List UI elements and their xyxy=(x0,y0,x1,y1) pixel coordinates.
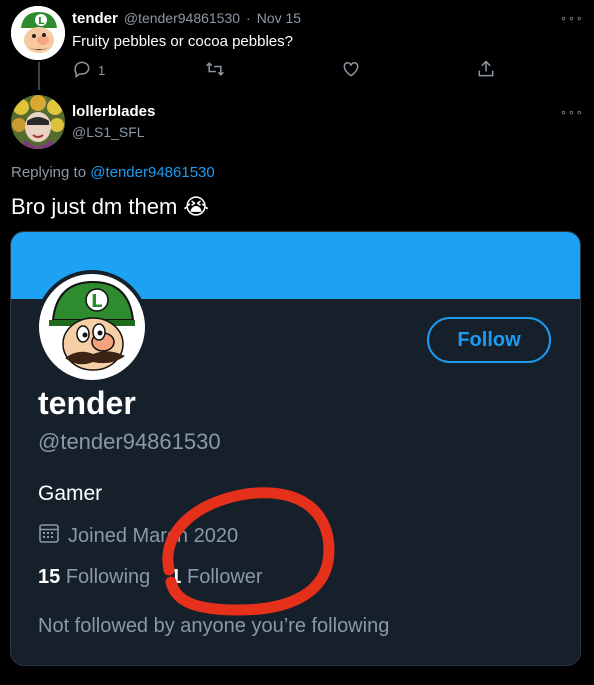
crying-emoji: 😭 xyxy=(183,194,209,219)
profile-handle: @tender94861530 xyxy=(38,429,221,454)
date-separator: · xyxy=(246,10,251,26)
reply-author-name[interactable]: lollerblades xyxy=(72,103,155,120)
profile-name: tender xyxy=(38,385,136,421)
followers-label: Follower xyxy=(186,566,263,588)
calendar-icon xyxy=(38,522,60,550)
share-icon xyxy=(476,59,496,82)
reply-button[interactable]: 1 xyxy=(72,59,105,82)
retweet-icon xyxy=(204,59,226,82)
profile-avatar: L xyxy=(35,270,149,384)
reply-more-button[interactable]: ∘∘∘ xyxy=(560,106,584,119)
parent-author-name[interactable]: tender xyxy=(72,10,118,27)
reply-avatar[interactable] xyxy=(11,95,65,149)
following-stat[interactable]: 15 Following xyxy=(38,566,150,589)
followers-count: 1 xyxy=(170,566,182,588)
following-count: 15 xyxy=(38,566,61,588)
parent-date[interactable]: Nov 15 xyxy=(257,10,301,26)
following-label: Following xyxy=(65,566,151,588)
replying-to-label: Replying to xyxy=(11,164,87,181)
followed-by-note: Not followed by anyone you’re following xyxy=(38,615,390,637)
reply-author-handle[interactable]: @LS1_SFL xyxy=(72,124,145,140)
joined-date-text: Joined March 2020 xyxy=(68,524,239,547)
retweet-button[interactable] xyxy=(204,59,226,82)
svg-text:L: L xyxy=(38,16,45,27)
replying-to-link[interactable]: @tender94861530 xyxy=(90,164,215,181)
parent-tweet-text: Fruity pebbles or cocoa pebbles? xyxy=(72,33,293,50)
parent-more-button[interactable]: ∘∘∘ xyxy=(560,12,584,25)
profile-screenshot-card[interactable]: L Follow tender @tender94861530 Gamer Jo… xyxy=(10,231,581,666)
profile-bio: Gamer xyxy=(38,482,103,505)
heart-icon xyxy=(341,59,361,82)
like-button[interactable] xyxy=(341,59,361,82)
follow-button[interactable]: Follow xyxy=(427,317,551,363)
profile-joined: Joined March 2020 xyxy=(38,522,238,550)
parent-author-handle[interactable]: @tender94861530 xyxy=(124,10,240,26)
thread-line xyxy=(38,62,40,90)
followers-stat[interactable]: 1 Follower xyxy=(170,566,262,589)
share-button[interactable] xyxy=(476,59,496,82)
profile-stats: 15 Following 1 Follower xyxy=(38,566,263,589)
reply-count: 1 xyxy=(98,63,106,78)
parent-avatar[interactable]: L xyxy=(11,6,65,60)
reply-icon xyxy=(72,59,92,82)
reply-tweet-text: Bro just dm them xyxy=(11,194,178,219)
svg-text:L: L xyxy=(91,291,102,312)
